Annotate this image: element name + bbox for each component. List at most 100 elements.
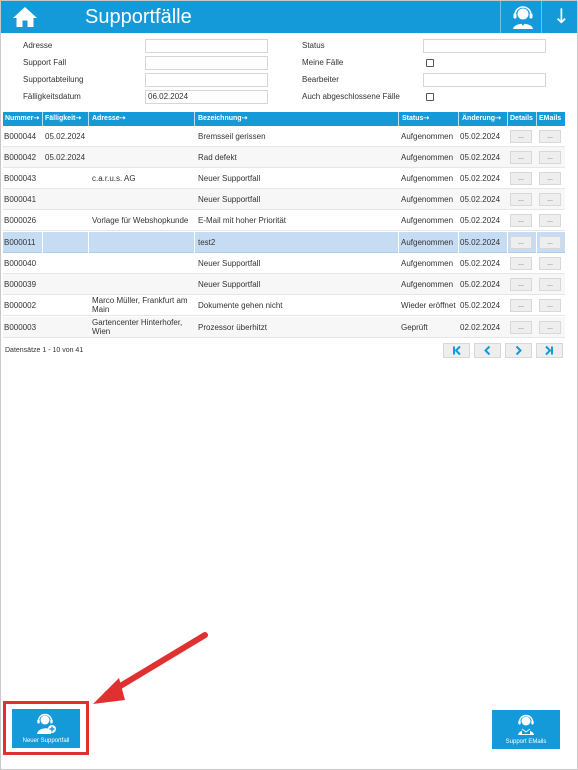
abteilung-input[interactable] (145, 73, 268, 87)
support-emails-button[interactable]: Support EMails (492, 710, 560, 749)
bearbeiter-input[interactable] (423, 73, 546, 87)
abgeschlossen-checkbox[interactable] (426, 93, 434, 101)
column-divider (536, 168, 537, 189)
table-row[interactable]: B000043 c.a.r.u.s. AG Neuer Supportfall Auf… (3, 168, 565, 189)
details-button[interactable]: ... (510, 257, 532, 270)
emails-button[interactable]: ... (539, 278, 561, 291)
cell-bezeichnung: Rad defekt (198, 153, 237, 162)
table-row[interactable]: B000044 05.02.2024 Bremsseil gerissen Aufge… (3, 126, 565, 147)
column-divider (194, 210, 195, 231)
top-divider (541, 1, 542, 33)
cell-aenderung: 05.02.2024 (460, 301, 501, 310)
column-divider (88, 147, 89, 168)
column-divider (42, 317, 43, 338)
cell-status: Wieder eröffnet (401, 301, 456, 310)
table-row[interactable]: B000040 Neuer Supportfall Aufgenommen 05.02… (3, 253, 565, 274)
details-button[interactable]: ... (510, 193, 532, 206)
details-button[interactable]: ... (510, 299, 532, 312)
details-button[interactable]: ... (510, 236, 532, 249)
column-divider (507, 189, 508, 210)
column-divider (507, 168, 508, 189)
status-label: Status (302, 41, 325, 50)
faelligkeit-input[interactable]: 06.02.2024 (145, 90, 268, 104)
details-button[interactable]: ... (510, 214, 532, 227)
emails-button[interactable]: ... (539, 257, 561, 270)
first-page-button[interactable] (443, 343, 470, 358)
cell-nummer: B000041 (4, 195, 37, 204)
next-page-icon (515, 345, 522, 356)
cell-aenderung: 05.02.2024 (460, 195, 501, 204)
new-support-case-button[interactable]: Neuer Supportfall (12, 709, 80, 748)
cell-nummer: B000044 (4, 132, 37, 141)
col-header-nummer[interactable]: Nummer⇢ (5, 112, 39, 126)
emails-button[interactable]: ... (539, 321, 561, 334)
cell-nummer: B000003 (4, 323, 37, 332)
column-divider (42, 210, 43, 231)
column-divider (536, 253, 537, 274)
arrow-down-icon[interactable]: ↓ (553, 4, 570, 28)
column-divider (458, 232, 459, 253)
emails-button[interactable]: ... (539, 236, 561, 249)
column-divider (536, 232, 537, 253)
cell-aenderung: 05.02.2024 (460, 216, 501, 225)
col-header-faelligkeit[interactable]: Fälligkeit⇢ (45, 112, 81, 126)
emails-button[interactable]: ... (539, 193, 561, 206)
cell-nummer: B000039 (4, 280, 37, 289)
column-divider (458, 317, 459, 338)
column-divider (88, 210, 89, 231)
column-divider (458, 274, 459, 295)
table-row[interactable]: B000011 test2 Aufgenommen 05.02.2024...... (3, 232, 565, 253)
col-header-bezeichnung[interactable]: Bezeichnung⇢ (198, 112, 247, 126)
adresse-input[interactable] (145, 39, 268, 53)
details-button[interactable]: ... (510, 130, 532, 143)
cell-status: Geprüft (401, 323, 428, 332)
emails-button[interactable]: ... (539, 299, 561, 312)
status-input[interactable] (423, 39, 546, 53)
emails-button[interactable]: ... (539, 172, 561, 185)
column-divider (42, 295, 43, 316)
last-page-button[interactable] (536, 343, 563, 358)
cell-adresse: Gartencenter Hinterhofer, Wien (92, 318, 183, 336)
headset-add-icon (37, 713, 56, 734)
table-row[interactable]: B000026 Vorlage für Webshopkunde E-Mail mi… (3, 210, 565, 231)
cell-status: Aufgenommen (401, 195, 454, 204)
column-divider (398, 126, 399, 147)
cell-nummer: B000040 (4, 259, 37, 268)
abgeschlossen-label: Auch abgeschlossene Fälle (302, 92, 400, 101)
records-count: Datensätze 1 - 10 von 41 (5, 347, 84, 354)
annotation-arrow (93, 632, 208, 704)
table-row[interactable]: B000042 05.02.2024 Rad defekt Aufgenommen 05… (3, 147, 565, 168)
column-divider (536, 317, 537, 338)
cell-nummer: B000002 (4, 301, 37, 310)
adresse-label: Adresse (23, 41, 53, 50)
emails-button[interactable]: ... (539, 151, 561, 164)
column-divider (42, 232, 43, 253)
home-icon[interactable] (11, 5, 39, 29)
table-row[interactable]: B000039 Neuer Supportfall Aufgenommen 05.02… (3, 274, 565, 295)
cell-bezeichnung: Dokumente gehen nicht (198, 301, 283, 310)
cell-bezeichnung: E-Mail mit hoher Priorität (198, 216, 287, 225)
headset-agent-icon[interactable] (510, 4, 536, 30)
col-header-aenderung[interactable]: Änderung⇢ (462, 112, 501, 126)
emails-button[interactable]: ... (539, 214, 561, 227)
column-divider (536, 274, 537, 295)
details-button[interactable]: ... (510, 151, 532, 164)
supportfall-input[interactable] (145, 56, 268, 70)
column-divider (88, 295, 89, 316)
table-row[interactable]: B000002 Marco Müller, Frankfurt am Main Do… (3, 295, 565, 316)
cell-nummer: B000043 (4, 174, 37, 183)
emails-button[interactable]: ... (539, 130, 561, 143)
details-button[interactable]: ... (510, 321, 532, 334)
details-button[interactable]: ... (510, 172, 532, 185)
cell-nummer: B000026 (4, 216, 37, 225)
column-divider (194, 168, 195, 189)
previous-page-button[interactable] (474, 343, 501, 358)
table-row[interactable]: B000003 Gartencenter Hinterhofer, Wien Pro… (3, 317, 565, 338)
next-page-button[interactable] (505, 343, 532, 358)
abteilung-label: Supportabteilung (23, 75, 84, 84)
table-row[interactable]: B000041 Neuer Supportfall Aufgenommen 05.02… (3, 189, 565, 210)
col-header-status[interactable]: Status⇢ (402, 112, 429, 126)
details-button[interactable]: ... (510, 278, 532, 291)
meine-faelle-checkbox[interactable] (426, 59, 434, 67)
col-header-adresse[interactable]: Adresse⇢ (92, 112, 126, 126)
